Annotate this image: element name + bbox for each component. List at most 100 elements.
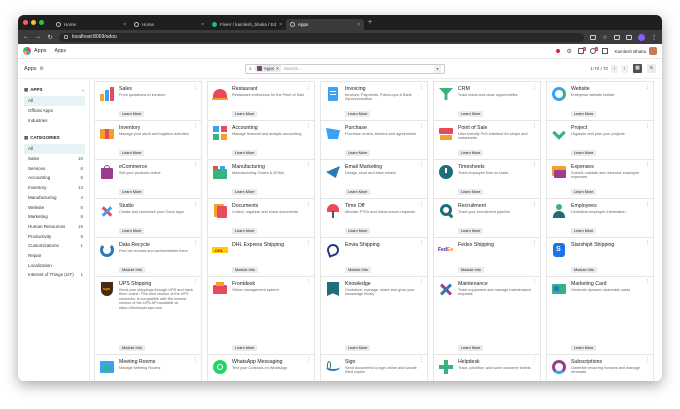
sidebar-item[interactable]: Sales 10 xyxy=(24,154,85,164)
card-menu-icon[interactable]: ⋮ xyxy=(532,241,537,246)
card-menu-icon[interactable]: ⋮ xyxy=(532,163,537,168)
module-info-button[interactable]: Module Info xyxy=(345,267,371,273)
learn-more-button[interactable]: Learn More xyxy=(571,111,597,117)
learn-more-button[interactable]: Learn More xyxy=(119,189,145,195)
learn-more-button[interactable]: Learn More xyxy=(458,189,484,195)
sidebar-item[interactable]: Inventory 13 xyxy=(24,183,85,193)
bookmark-icon[interactable]: ☆ xyxy=(602,34,608,41)
card-menu-icon[interactable]: ⋮ xyxy=(419,358,424,363)
browser-tab[interactable]: Home × xyxy=(52,19,130,30)
card-menu-icon[interactable]: ⋮ xyxy=(419,241,424,246)
app-card[interactable]: CRM Track leads and close opportunities Le… xyxy=(433,81,541,121)
card-menu-icon[interactable]: ⋮ xyxy=(419,85,424,90)
search-options-toggle[interactable]: ▾ xyxy=(434,64,441,73)
app-card[interactable]: WhatsApp Messaging Text your Contacts on … xyxy=(207,354,315,381)
sidebar-item[interactable]: All xyxy=(24,144,85,154)
browser-menu-icon[interactable]: ⋮ xyxy=(651,34,657,41)
app-card[interactable]: Website Enterprise website builder Learn M… xyxy=(546,81,654,121)
learn-more-button[interactable]: Learn More xyxy=(345,111,371,117)
chevron-down-icon[interactable]: ⌄ xyxy=(81,87,85,93)
reload-icon[interactable]: ↻ xyxy=(47,34,53,41)
learn-more-button[interactable]: Learn More xyxy=(458,111,484,117)
app-card[interactable]: Expenses Submit, validate and reinvoice e… xyxy=(546,159,654,199)
sidebar-item[interactable]: All xyxy=(24,96,85,106)
card-menu-icon[interactable]: ⋮ xyxy=(645,85,650,90)
app-card[interactable]: Sign Send documents to sign online and ha… xyxy=(320,354,428,381)
card-menu-icon[interactable]: ⋮ xyxy=(419,124,424,129)
close-icon[interactable]: × xyxy=(279,22,282,28)
card-menu-icon[interactable]: ⋮ xyxy=(306,280,311,285)
card-menu-icon[interactable]: ⋮ xyxy=(532,202,537,207)
profile-avatar[interactable] xyxy=(638,33,645,41)
app-switcher-icon[interactable] xyxy=(23,47,31,55)
app-card[interactable]: Recruitment Track your recruitment pipeli… xyxy=(433,198,541,238)
card-menu-icon[interactable]: ⋮ xyxy=(193,202,198,207)
card-menu-icon[interactable]: ⋮ xyxy=(532,358,537,363)
browser-tab[interactable]: Home × xyxy=(130,19,208,30)
learn-more-button[interactable]: Learn More xyxy=(232,345,258,351)
app-card[interactable]: Point of Sale User-friendly PoS interface… xyxy=(433,120,541,160)
app-card[interactable]: Email Marketing Design, send and track em… xyxy=(320,159,428,199)
new-tab-button[interactable]: + xyxy=(368,19,372,26)
learn-more-button[interactable]: Learn More xyxy=(119,228,145,234)
menu-apps[interactable]: Apps xyxy=(55,48,66,54)
browser-tab[interactable]: Fiverr / kamlesh_bhatia / Edit × xyxy=(208,19,286,30)
card-menu-icon[interactable]: ⋮ xyxy=(645,124,650,129)
sidebar-item[interactable]: Productivity 9 xyxy=(24,231,85,241)
learn-more-button[interactable]: Learn More xyxy=(232,228,258,234)
forward-icon[interactable]: → xyxy=(35,34,41,40)
card-menu-icon[interactable]: ⋮ xyxy=(306,358,311,363)
card-menu-icon[interactable]: ⋮ xyxy=(645,163,650,168)
card-menu-icon[interactable]: ⋮ xyxy=(645,241,650,246)
gear-icon[interactable]: ⚙ xyxy=(40,66,44,72)
app-card[interactable]: Maintenance Track equipment and manage ma… xyxy=(433,276,541,355)
app-card[interactable]: Sales From quotations to invoices Learn Mo… xyxy=(94,81,202,121)
card-menu-icon[interactable]: ⋮ xyxy=(306,202,311,207)
card-menu-icon[interactable]: ⋮ xyxy=(532,280,537,285)
learn-more-button[interactable]: Learn More xyxy=(345,228,371,234)
learn-more-button[interactable]: Learn More xyxy=(571,345,597,351)
url-field[interactable]: localhost:8069/odoo xyxy=(59,32,584,42)
sidebar-item[interactable]: Services 6 xyxy=(24,163,85,173)
card-menu-icon[interactable]: ⋮ xyxy=(306,124,311,129)
card-menu-icon[interactable]: ⋮ xyxy=(306,241,311,246)
sidebar-item[interactable]: Internet of Things (IoT) 1 xyxy=(24,270,85,280)
card-menu-icon[interactable]: ⋮ xyxy=(193,358,198,363)
sidebar-toggle-icon[interactable] xyxy=(626,34,632,40)
app-card[interactable]: Time Off Allocate PTOs and follow leaves … xyxy=(320,198,428,238)
search-icon[interactable]: ⌕ xyxy=(249,66,252,72)
module-info-button[interactable]: Module Info xyxy=(571,267,597,273)
card-menu-icon[interactable]: ⋮ xyxy=(645,202,650,207)
pager-previous-button[interactable]: ‹ xyxy=(611,64,618,73)
module-info-button[interactable]: Module Info xyxy=(232,267,258,273)
search-input[interactable]: Search... xyxy=(284,66,431,71)
card-menu-icon[interactable]: ⋮ xyxy=(193,163,198,168)
search-bar[interactable]: ⌕ Apps × Search... ▾ xyxy=(245,63,445,74)
sidebar-item[interactable]: Manufacturing 4 xyxy=(24,193,85,203)
back-icon[interactable]: ← xyxy=(23,34,29,40)
app-card[interactable]: Restaurant Restaurant extensions for the … xyxy=(207,81,315,121)
app-card[interactable]: Studio Create and customize your Odoo app… xyxy=(94,198,202,238)
learn-more-button[interactable]: Learn More xyxy=(345,189,371,195)
kanban-view-button[interactable]: ▦ xyxy=(633,64,642,73)
learn-more-button[interactable]: Learn More xyxy=(232,189,258,195)
sidebar-item[interactable]: Repair xyxy=(24,251,85,261)
module-info-button[interactable]: Module Info xyxy=(458,267,484,273)
close-icon[interactable]: × xyxy=(123,22,126,28)
browser-tab-active[interactable]: Apps × xyxy=(286,19,364,30)
sidebar-item[interactable]: Industries xyxy=(24,115,85,125)
sidebar-item[interactable]: Official Apps xyxy=(24,106,85,116)
minimize-window-button[interactable] xyxy=(31,20,36,25)
app-card[interactable]: Subscriptions Generate recurring invoices… xyxy=(546,354,654,381)
user-avatar[interactable] xyxy=(649,47,657,55)
cast-icon[interactable] xyxy=(590,34,596,40)
card-menu-icon[interactable]: ⋮ xyxy=(645,358,650,363)
sidebar-item[interactable]: Human Resources 15 xyxy=(24,222,85,232)
sidebar-item[interactable]: Marketing 8 xyxy=(24,212,85,222)
learn-more-button[interactable]: Learn More xyxy=(571,189,597,195)
card-menu-icon[interactable]: ⋮ xyxy=(193,85,198,90)
app-card[interactable]: Invoicing Invoices, Payments, Follow-ups … xyxy=(320,81,428,121)
app-card[interactable]: Accounting Manage financial and analytic … xyxy=(207,120,315,160)
learn-more-button[interactable]: Learn More xyxy=(232,111,258,117)
chat-icon[interactable]: 4 xyxy=(578,47,587,54)
